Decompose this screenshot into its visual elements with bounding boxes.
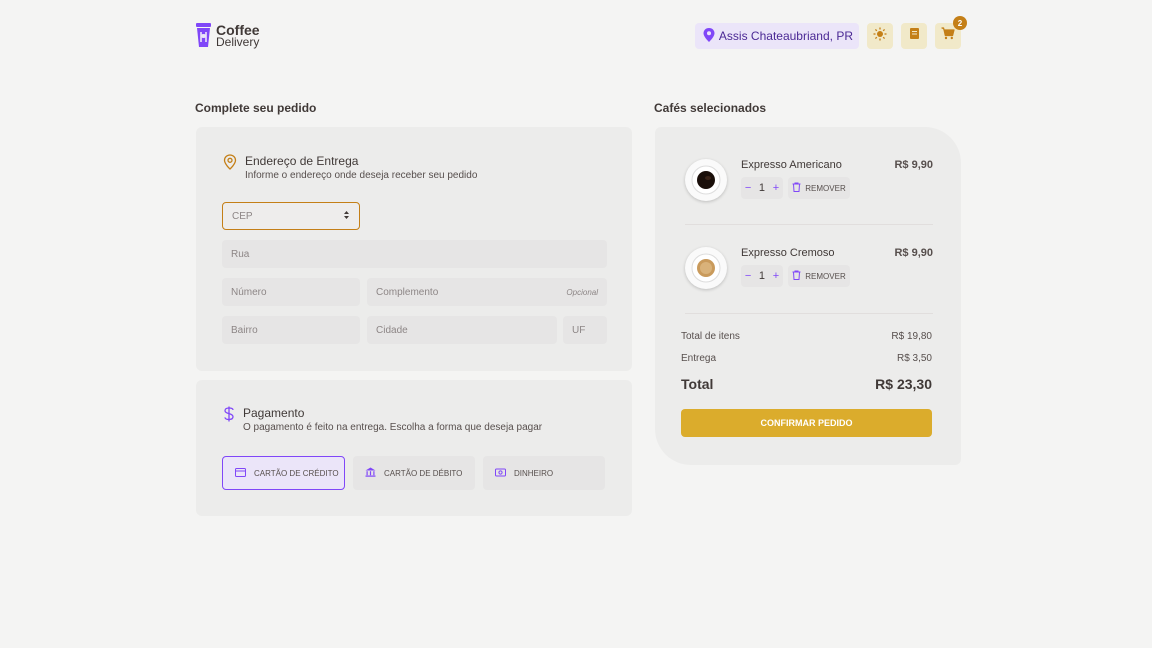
cidade-placeholder: Cidade [376,324,408,336]
uf-placeholder: UF [572,324,586,336]
delivery-row: Entrega R$ 3,50 [681,353,932,364]
remove-button[interactable]: REMOVER [788,177,850,199]
cart-item: Expresso Americano R$ 9,90 − 1 + REMOVER [685,159,933,219]
pay-cash-button[interactable]: Dinheiro [483,456,605,490]
bank-icon [365,467,376,479]
increase-button[interactable]: + [773,182,779,194]
remove-button[interactable]: REMOVER [788,265,850,287]
uf-input[interactable]: UF [563,316,607,344]
payment-heading: Pagamento [243,406,305,420]
divider [685,224,933,225]
confirm-order-button[interactable]: Confirmar pedido [681,409,932,437]
scroll-icon [908,27,921,45]
checkout-title: Complete seu pedido [195,101,317,115]
rua-input[interactable]: Rua [222,240,607,268]
pay-cash-label: Dinheiro [514,468,554,478]
coffee-image [685,159,727,201]
item-price: R$ 9,90 [894,159,933,171]
delivery-label: Entrega [681,353,717,364]
bairro-input[interactable]: Bairro [222,316,360,344]
item-name: Expresso Americano [741,159,842,171]
trash-icon [792,270,801,282]
numero-placeholder: Número [231,286,267,298]
cart-button[interactable]: 2 [935,16,967,49]
sun-icon [873,27,887,46]
item-name: Expresso Cremoso [741,247,835,259]
items-total-label: Total de itens [681,331,740,342]
pay-credit-card-button[interactable]: Cartão de crédito [222,456,345,490]
payment-card: Pagamento O pagamento é feito na entrega… [196,380,632,516]
payment-subheading: O pagamento é feito na entrega. Escolha … [243,422,543,433]
pay-credit-card-label: Cartão de crédito [254,468,339,478]
total-value: R$ 23,30 [875,376,932,392]
logo-subtitle: Delivery [216,35,260,49]
map-pin-icon [703,27,715,45]
pay-debit-card-label: Cartão de débito [384,468,463,478]
quantity-stepper: − 1 + [741,177,783,199]
remove-label: REMOVER [805,271,846,281]
optional-label: Opcional [566,287,598,297]
money-icon [495,468,506,479]
location-badge[interactable]: Assis Chateaubriand, PR [694,23,859,49]
quantity-value: 1 [758,270,766,282]
bairro-placeholder: Bairro [231,324,258,336]
theme-toggle-button[interactable] [867,23,893,49]
quantity-value: 1 [758,182,766,194]
credit-card-icon [235,467,246,479]
trash-icon [792,182,801,194]
address-card: Endereço de Entrega Informe o endereço o… [196,127,632,371]
location-text: Assis Chateaubriand, PR [718,29,853,43]
logo-cup-icon [195,23,212,49]
dollar-icon [223,406,235,433]
items-total-row: Total de itens R$ 19,80 [681,331,932,342]
cart-count-badge: 2 [953,16,967,30]
complemento-placeholder: Complemento [376,286,439,298]
location-icon [223,154,237,181]
order-summary-card: Expresso Americano R$ 9,90 − 1 + REMOVER… [655,127,961,465]
order-title: Cafés selecionados [654,101,767,115]
decrease-button[interactable]: − [745,182,751,194]
header: Coffee Delivery Assis Chateaubriand, PR [195,16,967,54]
divider [685,313,933,314]
orders-button[interactable] [901,23,927,49]
cep-placeholder: CEP [232,210,253,222]
cep-input[interactable]: CEP [222,202,360,230]
total-label: Total [681,376,714,392]
pay-debit-card-button[interactable]: Cartão de débito [353,456,475,490]
item-price: R$ 9,90 [894,247,933,259]
address-subheading: Informe o endereço onde deseja receber s… [245,170,478,181]
decrease-button[interactable]: − [745,270,751,282]
coffee-image [685,247,727,289]
remove-label: REMOVER [805,183,846,193]
cart-icon [941,27,955,45]
cart-item: Expresso Cremoso R$ 9,90 − 1 + REMOVER [685,247,933,307]
increase-button[interactable]: + [773,270,779,282]
numero-input[interactable]: Número [222,278,360,306]
items-total-value: R$ 19,80 [891,331,932,342]
cep-spinner-icon[interactable] [343,210,350,223]
address-heading: Endereço de Entrega [245,154,359,168]
cidade-input[interactable]: Cidade [367,316,557,344]
quantity-stepper: − 1 + [741,265,783,287]
logo[interactable]: Coffee Delivery [195,23,260,49]
total-row: Total R$ 23,30 [681,376,932,392]
complemento-input[interactable]: Complemento Opcional [367,278,607,306]
delivery-value: R$ 3,50 [896,353,932,364]
rua-placeholder: Rua [231,248,250,260]
